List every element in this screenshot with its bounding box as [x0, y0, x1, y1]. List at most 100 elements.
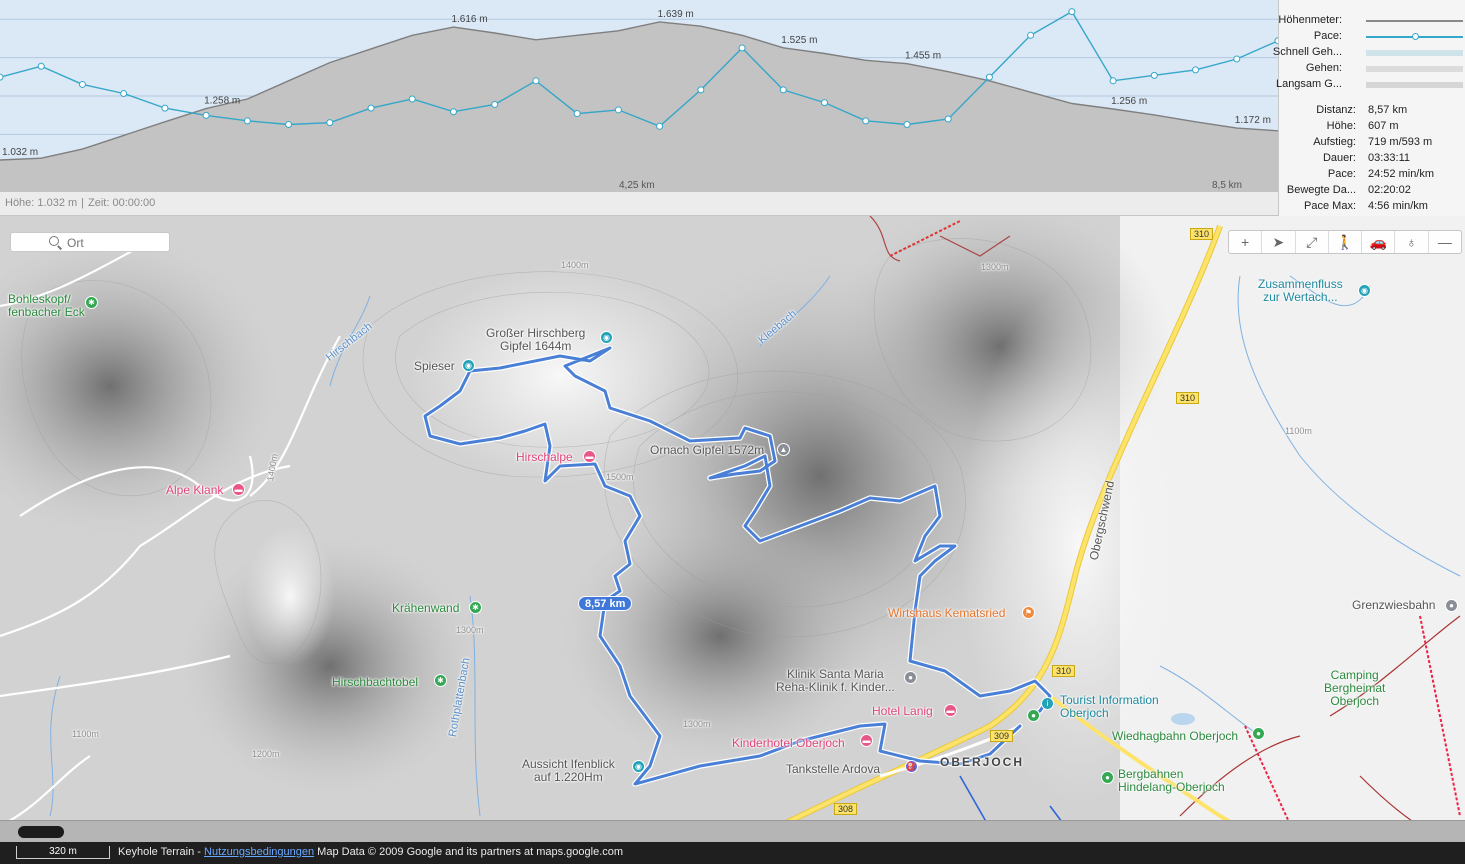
place-aussicht-ifenblick[interactable]: Aussicht Ifenblick auf 1.220Hm: [522, 758, 615, 784]
place-ornach-gipfel[interactable]: Ornach Gipfel 1572m: [650, 444, 764, 457]
place-grosser-hirschberg[interactable]: Großer Hirschberg Gipfel 1644m: [486, 327, 585, 353]
pace-point: [367, 104, 375, 112]
town-label-oberjoch[interactable]: OBERJOCH: [940, 756, 1024, 769]
location-search[interactable]: [10, 232, 170, 252]
terms-link[interactable]: Nutzungsbedingungen: [204, 846, 314, 858]
place-wirtshaus-kematsried[interactable]: Wirtshaus Kematsried: [888, 607, 1005, 620]
viewpoint-icon[interactable]: ◉: [632, 760, 645, 773]
stat-label: Dauer:: [1322, 152, 1356, 164]
pace-point: [1109, 77, 1117, 85]
pace-point: [243, 117, 251, 125]
pace-point: [1192, 66, 1200, 74]
location-arrow-icon[interactable]: ➤: [1262, 231, 1296, 253]
place-icon[interactable]: ●: [904, 671, 917, 684]
road-shield-310: 310: [1176, 392, 1200, 404]
balloon-icon[interactable]: ♁: [1395, 231, 1429, 253]
lodging-icon[interactable]: ▬: [583, 450, 596, 463]
place-klinik-santa-maria[interactable]: Klinik Santa Maria Reha-Klinik f. Kinder…: [776, 668, 895, 694]
hiking-icon[interactable]: ✱: [85, 296, 98, 309]
distance-label: 4,25 km: [619, 180, 655, 191]
pace-point: [326, 119, 334, 127]
hiking-icon[interactable]: ✱: [469, 601, 482, 614]
legend-label: Pace:: [1313, 30, 1342, 42]
elevation-label: 1.172 m: [1235, 115, 1271, 126]
stat-label: Pace Max:: [1304, 200, 1356, 212]
walking-icon[interactable]: 🚶: [1329, 231, 1363, 253]
pace-point: [1150, 71, 1158, 79]
place-zusammenfluss[interactable]: Zusammenfluss zur Wertach...: [1258, 278, 1343, 304]
map-footer: 320 m Keyhole Terrain - Nutzungsbedingun…: [0, 842, 1465, 864]
pace-point: [656, 122, 664, 130]
place-tourist-information[interactable]: Tourist Information Oberjoch: [1060, 694, 1159, 720]
zoom-in-icon[interactable]: +: [1229, 231, 1263, 253]
place-kraehenwand[interactable]: Krähenwand: [392, 602, 459, 615]
legend-stats-panel: Höhenmeter: Pace: Schnell Geh... Gehen: Lang…: [1273, 0, 1465, 216]
cable-car-icon[interactable]: ●: [1252, 727, 1265, 740]
info-icon[interactable]: i: [1041, 697, 1054, 710]
stat-row: Bewegte Da... 02:20:02: [1279, 183, 1465, 199]
pace-point: [862, 117, 870, 125]
pace-point: [449, 108, 457, 116]
bus-stop-icon[interactable]: ●: [1027, 709, 1040, 722]
place-camping-bergheimat[interactable]: Camping Bergheimat Oberjoch: [1324, 669, 1385, 708]
route-distance-badge[interactable]: 8,57 km: [578, 596, 633, 611]
lodging-icon[interactable]: ▬: [944, 704, 957, 717]
pace-point: [697, 86, 705, 94]
contour-label: 1100m: [72, 729, 99, 739]
cable-car-icon[interactable]: ●: [1101, 771, 1114, 784]
road-shield-309: 309: [990, 730, 1014, 742]
pace-point: [573, 110, 581, 118]
restaurant-icon[interactable]: ⚑: [1022, 606, 1035, 619]
pace-point: [821, 99, 829, 107]
ridge-highlight-kraehenwand: [245, 526, 335, 666]
road-shield-310: 310: [1190, 228, 1214, 240]
place-tankstelle-ardova[interactable]: Tankstelle Ardova: [786, 763, 880, 776]
place-hotel-lanig[interactable]: Hotel Lanig: [872, 705, 933, 718]
place-grenzwiesbahn[interactable]: Grenzwiesbahn: [1352, 599, 1435, 612]
contour-label: 1300m: [683, 719, 711, 729]
slider-knob[interactable]: [18, 826, 64, 838]
stat-row: Höhe: 607 m: [1279, 119, 1465, 135]
stat-value: 719 m/593 m: [1368, 136, 1433, 148]
place-bergbahnen-hindelang[interactable]: Bergbahnen Hindelang-Oberjoch: [1118, 768, 1225, 794]
pace-point: [779, 86, 787, 94]
chart-canvas: 1.032 m 1.258 m 1.616 m 1.639 m 1.525 m 1.455…: [0, 8, 1278, 192]
scale-bar: 320 m: [16, 846, 110, 859]
elevation-label: 1.525 m: [781, 35, 817, 46]
legend-row: Langsam G...: [1276, 77, 1465, 93]
pace-point: [78, 80, 86, 88]
elevation-area: [0, 21, 1278, 192]
viewpoint-icon[interactable]: ◉: [462, 359, 475, 372]
place-bohleskopf[interactable]: Bohleskopf/ fenbacher Eck: [8, 293, 85, 319]
stat-row: Dauer: 03:33:11: [1279, 151, 1465, 167]
place-spieser[interactable]: Spieser: [414, 360, 455, 373]
place-wiedhagbahn[interactable]: Wiedhagbahn Oberjoch: [1112, 730, 1238, 743]
car-icon[interactable]: 🚗: [1362, 231, 1396, 253]
place-alpe-klank[interactable]: Alpe Klank: [166, 484, 223, 497]
viewpoint-icon[interactable]: ◉: [1358, 284, 1371, 297]
elevation-label: 1.258 m: [204, 96, 240, 107]
search-input[interactable]: [67, 235, 167, 250]
terrain-map[interactable]: 1400m 1500m 1400m 1300m 1300m 1200m 1100…: [0, 216, 1465, 864]
elevation-pace-chart[interactable]: 1.032 m 1.258 m 1.616 m 1.639 m 1.525 m 1.455…: [0, 0, 1278, 192]
stat-label: Aufstieg:: [1313, 136, 1356, 148]
zoom-out-icon[interactable]: —: [1429, 231, 1461, 253]
lift-icon[interactable]: ●: [1445, 599, 1458, 612]
legend-row: Gehen:: [1279, 61, 1465, 77]
summit-icon[interactable]: ▲: [777, 443, 790, 456]
legend-swatch: [1366, 82, 1463, 88]
fullscreen-icon[interactable]: ⤢: [1296, 231, 1329, 253]
lodging-icon[interactable]: ▬: [860, 734, 873, 747]
timeline-slider[interactable]: [0, 820, 1465, 842]
stat-row: Distanz: 8,57 km: [1279, 103, 1465, 119]
place-hirschbachtobel[interactable]: Hirschbachtobel: [332, 676, 418, 689]
viewpoint-icon[interactable]: ◉: [600, 331, 613, 344]
lodging-icon[interactable]: ▬: [232, 483, 245, 496]
legend-row: Höhenmeter:: [1278, 13, 1465, 29]
hiking-icon[interactable]: ✱: [434, 674, 447, 687]
place-kinderhotel-oberjoch[interactable]: Kinderhotel Oberjoch: [732, 737, 845, 750]
stat-label: Höhe:: [1326, 120, 1356, 132]
search-icon: [49, 236, 59, 246]
fuel-icon[interactable]: ⛽: [905, 760, 918, 773]
place-hirschalpe[interactable]: Hirschalpe: [516, 451, 573, 464]
